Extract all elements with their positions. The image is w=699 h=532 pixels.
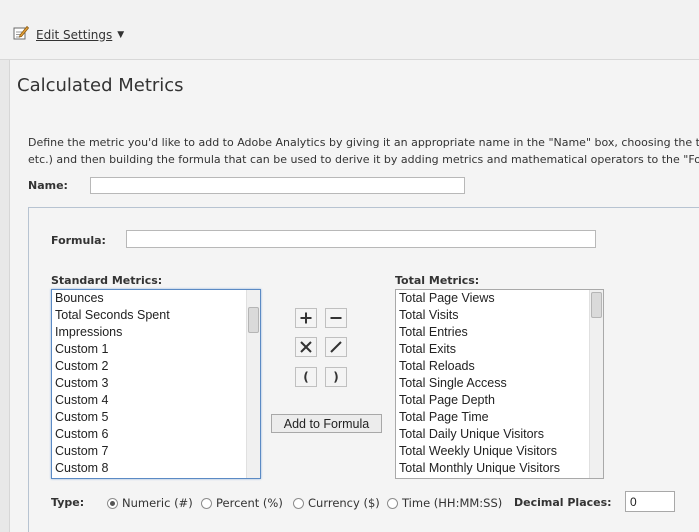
formula-input[interactable] [126,230,596,248]
name-input[interactable] [90,177,465,194]
radio-button[interactable] [293,497,304,509]
list-item[interactable]: Total Weekly Unique Visitors [396,443,603,460]
list-item[interactable]: Total Page Depth [396,392,603,409]
radio-label: Percent (%) [216,496,283,510]
decimal-places-label: Decimal Places: [514,496,612,509]
list-item[interactable]: Custom 4 [52,392,260,409]
total-metrics-scrollbar[interactable] [589,290,603,478]
radio-percent[interactable]: Percent (%) [201,496,283,510]
add-to-formula-button[interactable]: Add to Formula [271,414,382,433]
type-label: Type: [51,496,85,509]
radio-label: Numeric (#) [122,496,193,510]
radio-button-selected[interactable] [107,497,118,509]
close-paren-button[interactable]: ) [325,367,347,387]
edit-settings-label[interactable]: Edit Settings [36,28,112,42]
left-border-strip [0,60,10,532]
list-item[interactable]: Total Seconds Spent [52,307,260,324]
divide-button[interactable] [325,337,347,357]
standard-metrics-list[interactable]: Bounces Total Seconds Spent Impressions … [51,289,261,479]
edit-settings-menu[interactable]: Edit Settings ▼ [13,25,124,44]
scrollbar-thumb[interactable] [248,307,259,333]
plus-icon [300,312,312,324]
description-line-2: etc.) and then building the formula that… [28,153,699,166]
radio-numeric[interactable]: Numeric (#) [107,496,193,510]
list-item[interactable]: Total Page Views [396,290,603,307]
list-item[interactable]: Impressions [52,324,260,341]
standard-metrics-label: Standard Metrics: [51,274,163,287]
page-title: Calculated Metrics [17,75,184,96]
standard-metrics-scrollbar[interactable] [246,290,260,478]
divide-icon [330,341,342,353]
edit-pencil-icon [13,25,30,44]
radio-button[interactable] [201,497,212,509]
list-item[interactable]: Total Page Time [396,409,603,426]
radio-currency[interactable]: Currency ($) [293,496,380,510]
list-item[interactable]: Custom 3 [52,375,260,392]
radio-label: Currency ($) [308,496,380,510]
list-item[interactable]: Custom 2 [52,358,260,375]
top-toolbar: Edit Settings ▼ [0,0,699,60]
total-metrics-label: Total Metrics: [395,274,480,287]
list-item[interactable]: Bounces [52,290,260,307]
list-item[interactable]: Custom 5 [52,409,260,426]
total-metrics-list[interactable]: Total Page Views Total Visits Total Entr… [395,289,604,479]
minus-button[interactable] [325,308,347,328]
list-item[interactable]: Total Single Access [396,375,603,392]
list-item[interactable]: Custom 7 [52,443,260,460]
scrollbar-thumb[interactable] [591,292,602,318]
plus-button[interactable] [295,308,317,328]
multiply-icon [300,341,312,353]
list-item[interactable]: Total Entries [396,324,603,341]
list-item[interactable]: Total Exits [396,341,603,358]
list-item[interactable]: Custom 8 [52,460,260,477]
radio-button[interactable] [387,497,398,509]
open-paren-button[interactable]: ( [295,367,317,387]
list-item[interactable]: Custom 6 [52,426,260,443]
name-label: Name: [28,179,68,192]
radio-label: Time (HH:MM:SS) [402,496,503,510]
list-item[interactable]: Total Monthly Unique Visitors [396,460,603,477]
description-line-1: Define the metric you'd like to add to A… [28,136,699,149]
formula-label: Formula: [51,234,106,247]
chevron-down-icon[interactable]: ▼ [117,30,124,40]
list-item[interactable]: Custom 1 [52,341,260,358]
multiply-button[interactable] [295,337,317,357]
list-item[interactable]: Total Reloads [396,358,603,375]
decimal-places-input[interactable] [625,491,675,512]
list-item[interactable]: Total Daily Unique Visitors [396,426,603,443]
radio-time[interactable]: Time (HH:MM:SS) [387,496,502,510]
list-item[interactable]: Total Visits [396,307,603,324]
page-description: Define the metric you'd like to add to A… [28,134,699,168]
minus-icon [330,317,342,319]
